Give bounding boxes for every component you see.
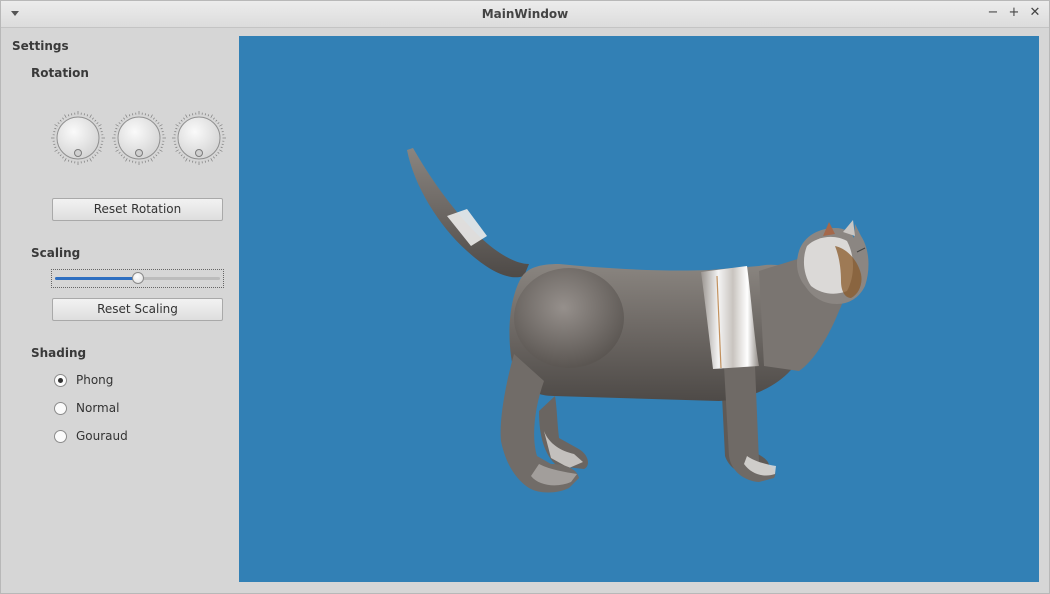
radio-selected-dot	[58, 378, 63, 383]
scaling-heading: Scaling	[31, 246, 81, 260]
close-button[interactable]: ✕	[1027, 5, 1043, 21]
slider-handle[interactable]	[131, 272, 144, 284]
maximize-button[interactable]: +	[1006, 5, 1022, 21]
scaling-slider[interactable]	[51, 269, 224, 288]
radio-button[interactable]	[54, 430, 67, 443]
radio-label: Gouraud	[76, 429, 128, 443]
minimize-button[interactable]: −	[985, 5, 1001, 21]
radio-label: Phong	[76, 373, 114, 387]
rotation-x-dial[interactable]	[51, 111, 105, 165]
title-bar[interactable]: MainWindow − + ✕	[1, 1, 1049, 28]
radio-button[interactable]	[54, 374, 67, 387]
shading-heading: Shading	[31, 346, 87, 360]
render-viewport[interactable]	[239, 36, 1039, 582]
settings-heading: Settings	[12, 39, 69, 53]
slider-fill	[55, 277, 138, 280]
rotation-y-dial[interactable]	[112, 111, 166, 165]
reset-rotation-button[interactable]: Reset Rotation	[52, 198, 223, 221]
rotation-z-dial[interactable]	[172, 111, 226, 165]
radio-button[interactable]	[54, 402, 67, 415]
radio-label: Normal	[76, 401, 120, 415]
rotation-heading: Rotation	[31, 66, 89, 80]
dial-notch-icon	[195, 149, 203, 157]
reset-scaling-button[interactable]: Reset Scaling	[52, 298, 223, 321]
dial-notch-icon	[74, 149, 82, 157]
main-window: MainWindow − + ✕ Settings Rotation Reset…	[0, 0, 1050, 594]
cat-model	[407, 148, 869, 493]
dial-notch-icon	[135, 149, 143, 157]
window-title: MainWindow	[481, 7, 569, 21]
